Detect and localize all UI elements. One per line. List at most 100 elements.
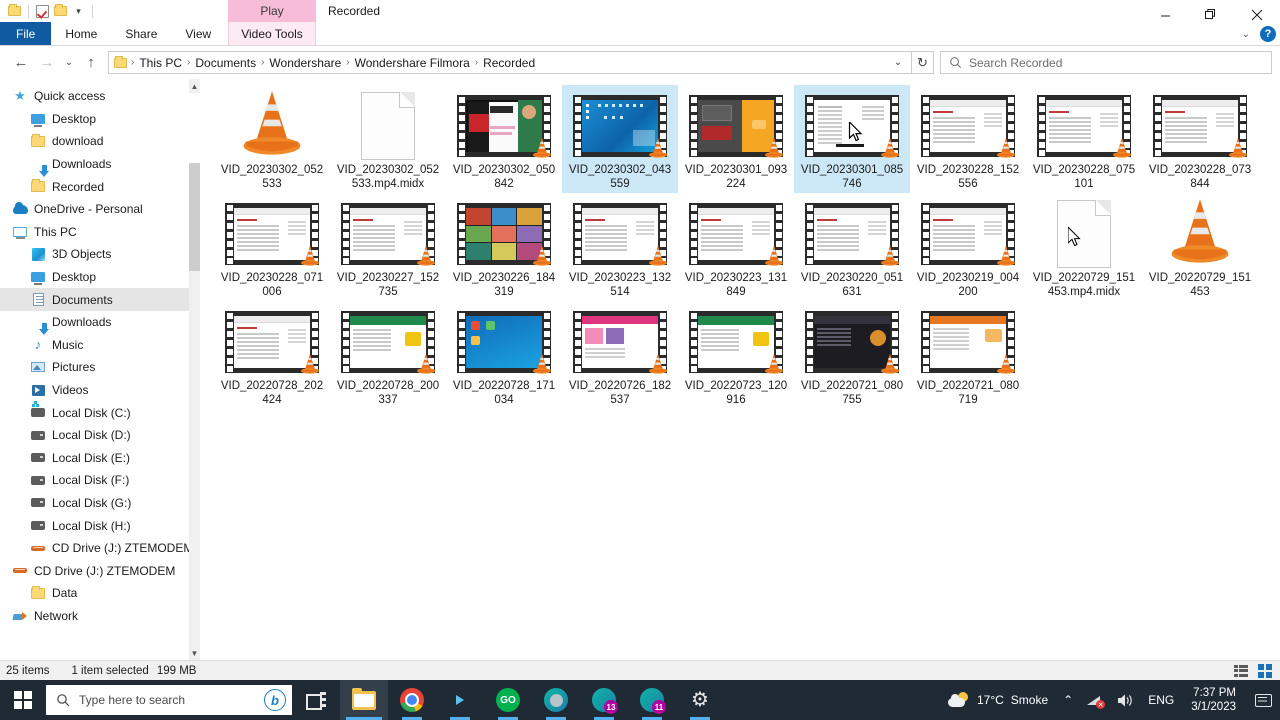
taskbar-go-app[interactable]: GO [484,680,532,720]
file-item[interactable]: VID_20230301_085746 [794,85,910,193]
taskbar-chrome[interactable] [388,680,436,720]
sidebar-item-cd-drive-j-ztemodem[interactable]: CD Drive (J:) ZTEMODEM [0,537,200,560]
sidebar-item-music[interactable]: ♪ Music [0,334,200,357]
nav-scroll-thumb[interactable] [189,163,200,271]
sidebar-item-downloads[interactable]: Downloads [0,153,200,178]
breadcrumb-recorded[interactable]: Recorded [479,56,539,70]
help-icon[interactable]: ? [1260,26,1276,42]
sidebar-item-data[interactable]: Data [0,582,200,605]
file-item[interactable]: VID_20230223_131849 [678,193,794,301]
up-button[interactable]: ↑ [78,50,104,76]
file-item[interactable]: VID_20230219_004200 [910,193,1026,301]
sidebar-item-this-pc[interactable]: This PC [0,221,200,244]
sidebar-item-downloads[interactable]: Downloads [0,311,200,336]
taskbar-meet-app-2[interactable]: 13 [580,680,628,720]
sidebar-item-local-disk-e[interactable]: Local Disk (E:) [0,447,200,470]
tab-video-tools[interactable]: Video Tools [228,22,316,45]
search-box[interactable]: Search Recorded [940,51,1272,74]
file-item[interactable]: VID_20220729_151453.mp4.midx [1026,193,1142,301]
tab-file[interactable]: File [0,22,52,45]
file-item[interactable]: VID_20220723_120916 [678,301,794,409]
task-view-button[interactable] [292,680,340,720]
sidebar-item-desktop[interactable]: Desktop [0,108,200,131]
breadcrumb-wondershare[interactable]: Wondershare [265,56,345,70]
taskbar-search-box[interactable]: Type here to search b [46,685,292,715]
file-item[interactable]: VID_20220729_151453 [1142,193,1258,301]
file-item[interactable]: VID_20220728_202424 [214,301,330,409]
volume-icon[interactable] [1110,680,1141,720]
file-item[interactable]: VID_20230220_051631 [794,193,910,301]
file-item[interactable]: VID_20230228_073844 [1142,85,1258,193]
tab-home[interactable]: Home [51,22,111,45]
file-item[interactable]: VID_20230227_152735 [330,193,446,301]
nav-scrollbar[interactable]: ▲ ▼ [189,79,200,660]
recent-locations-icon[interactable]: ⌄ [60,50,78,76]
breadcrumb-wondershare-filmora[interactable]: Wondershare Filmora [351,56,474,70]
sidebar-item-local-disk-d[interactable]: Local Disk (D:) [0,424,200,447]
file-item[interactable]: VID_20230228_075101 [1026,85,1142,193]
sidebar-item-local-disk-c[interactable]: Local Disk (C:) [0,401,200,424]
file-item[interactable]: VID_20230228_071006 [214,193,330,301]
file-item[interactable]: VID_20230228_152556 [910,85,1026,193]
back-button[interactable]: ← [8,50,34,76]
nav-scroll-down-icon[interactable]: ▼ [189,646,200,660]
refresh-button[interactable]: ↻ [912,51,934,74]
details-view-button[interactable] [1232,663,1250,679]
file-item[interactable]: VID_20230223_132514 [562,193,678,301]
file-item[interactable]: VID_20230302_043559 [562,85,678,193]
sidebar-item-local-disk-g[interactable]: Local Disk (G:) [0,492,200,515]
tray-overflow-button[interactable]: ⌃ [1056,680,1080,720]
taskbar-meet-app[interactable] [532,680,580,720]
taskbar-search-input[interactable]: Type here to search [79,693,185,707]
sidebar-item-documents[interactable]: Documents [0,288,200,311]
weather-widget[interactable]: 17°C Smoke [940,692,1056,708]
sidebar-item-cd-drive-j-ztemodem[interactable]: CD Drive (J:) ZTEMODEM [0,559,200,582]
sidebar-item-local-disk-f[interactable]: Local Disk (F:) [0,469,200,492]
file-item[interactable]: VID_20220728_171034 [446,301,562,409]
sidebar-item-recorded[interactable]: Recorded [0,175,200,198]
taskbar-terminal[interactable] [436,680,484,720]
forward-button[interactable]: → [34,50,60,76]
file-item[interactable]: VID_20220728_200337 [330,301,446,409]
file-item[interactable]: VID_20230302_052533 [214,85,330,193]
contextual-tab-play[interactable]: Play [228,0,316,22]
new-folder-icon[interactable] [53,4,68,19]
nav-scroll-up-icon[interactable]: ▲ [189,79,200,93]
customize-qat-caret-icon[interactable]: ▾ [71,4,86,19]
sidebar-item-videos[interactable]: Videos [0,379,200,402]
tab-share[interactable]: Share [111,22,171,45]
sidebar-item-desktop[interactable]: Desktop [0,266,200,289]
file-item[interactable]: VID_20220726_182537 [562,301,678,409]
breadcrumb-this-pc[interactable]: This PC [135,56,186,70]
sidebar-item-onedrive-personal[interactable]: OneDrive - Personal [0,198,200,221]
taskbar-meet-app-3[interactable]: 11 [628,680,676,720]
file-list-view[interactable]: VID_20230302_052533 VID_20230302_052533.m… [200,79,1280,660]
notification-center-button[interactable] [1246,680,1280,720]
breadcrumb-documents[interactable]: Documents [191,56,260,70]
breadcrumb[interactable]: › This PC › Documents › Wondershare › Wo… [108,51,912,74]
search-input[interactable]: Search Recorded [969,56,1062,70]
sidebar-item-network[interactable]: Network [0,605,200,628]
sidebar-item-quick-access[interactable]: ★ Quick access [0,85,200,108]
file-item[interactable]: VID_20230226_184319 [446,193,562,301]
file-item[interactable]: VID_20230301_093224 [678,85,794,193]
file-item[interactable]: VID_20230302_050842 [446,85,562,193]
properties-icon[interactable] [35,4,50,19]
language-indicator[interactable]: ENG [1141,680,1181,720]
thumbnails-view-button[interactable] [1256,663,1274,679]
start-button[interactable] [0,680,46,720]
network-icon[interactable]: ✕ [1080,680,1110,720]
collapse-ribbon-icon[interactable]: ⌄ [1242,29,1250,40]
sidebar-item-3d-objects[interactable]: 3D Objects [0,243,200,266]
file-item[interactable]: VID_20220721_080755 [794,301,910,409]
bing-chat-icon[interactable]: b [264,689,286,711]
address-dropdown-icon[interactable]: ⌄ [887,52,909,73]
clock[interactable]: 7:37 PM 3/1/2023 [1181,686,1246,714]
sidebar-item-pictures[interactable]: Pictures [0,356,200,379]
sidebar-item-download[interactable]: download [0,130,200,153]
qat-folder-icon[interactable] [7,4,22,19]
file-item[interactable]: VID_20220721_080719 [910,301,1026,409]
tab-view[interactable]: View [171,22,225,45]
taskbar-file-explorer[interactable] [340,680,388,720]
taskbar-settings[interactable]: ⚙ [676,680,724,720]
